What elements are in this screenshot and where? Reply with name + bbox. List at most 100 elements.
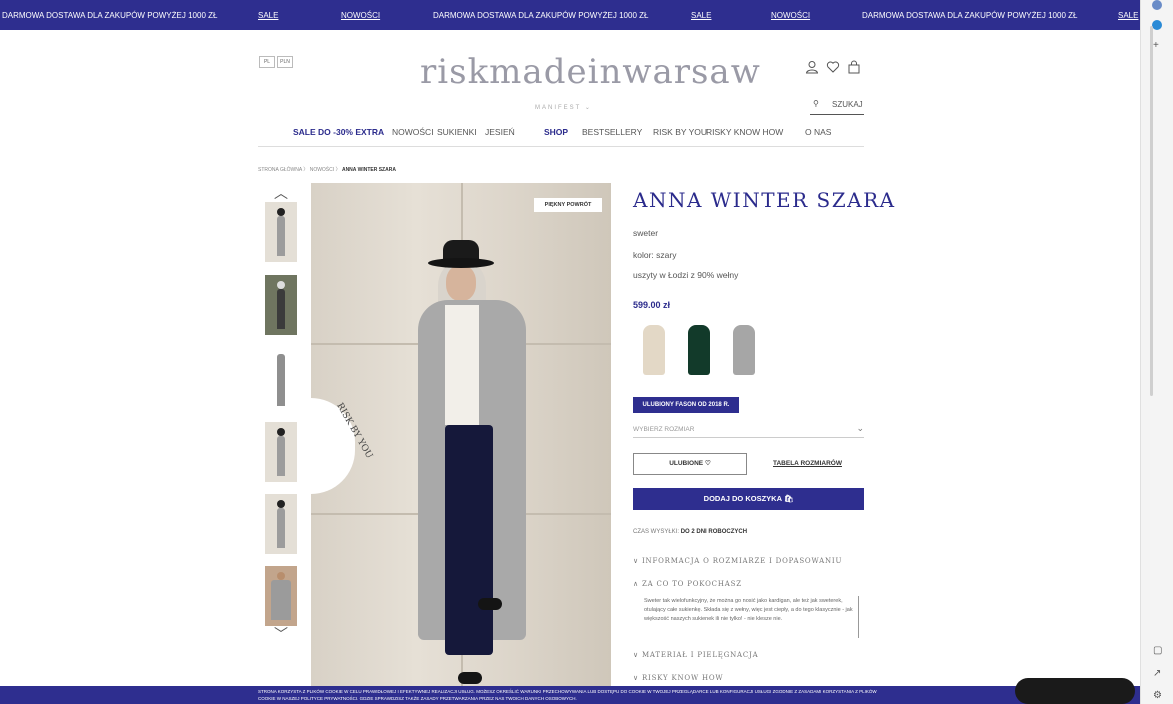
shipping-label: CZAS WYSYŁKI: <box>633 529 680 535</box>
add-icon[interactable]: + <box>1153 40 1159 51</box>
add-to-cart-button[interactable]: DODAJ DO KOSZYKA 🛍 <box>633 488 864 510</box>
size-select[interactable]: WYBIERZ ROZMIAR ⌄ <box>633 422 864 438</box>
nav-item-new[interactable]: NOWOŚCI <box>392 127 434 137</box>
heart-icon[interactable] <box>826 60 840 77</box>
model-shoe <box>458 672 482 684</box>
product-type: sweter <box>633 228 659 238</box>
breadcrumb-separator: 〉 <box>335 167 341 173</box>
search-icon: ⚲ <box>813 99 819 108</box>
breadcrumb-home[interactable]: STRONA GŁÓWNA <box>258 167 302 173</box>
search-label: SZUKAJ <box>832 100 863 109</box>
nav-item-shop[interactable]: SHOP <box>544 127 568 137</box>
copilot-icon[interactable] <box>1152 0 1162 10</box>
model-pants <box>445 425 493 655</box>
nav-item-autumn[interactable]: JESIEŃ <box>485 127 515 137</box>
chevron-down-icon: ⌄ <box>581 105 592 111</box>
color-swatch-green[interactable] <box>688 325 710 375</box>
thumbnail-6[interactable] <box>265 566 297 626</box>
accordion-why-love-text: Sweter tak wielofunkcyjny, że można go n… <box>644 598 853 622</box>
promo-link-sale[interactable]: SALE <box>691 11 711 20</box>
currency-button[interactable]: PLN <box>277 56 293 68</box>
promo-text: DARMOWA DOSTAWA DLA ZAKUPÓW POWYŻEJ 1000… <box>433 11 649 20</box>
model-face <box>446 265 476 301</box>
bag-icon: 🛍 <box>783 494 794 503</box>
chat-widget-button[interactable] <box>1015 678 1135 704</box>
thumb-figure-body <box>277 216 285 256</box>
add-to-favorites-button[interactable]: ULUBIONE ♡ <box>633 453 747 475</box>
thumbnail-1[interactable] <box>265 202 297 262</box>
add-to-cart-label: DODAJ DO KOSZYKA <box>703 494 782 503</box>
chevron-down-icon: ∨ <box>633 651 642 659</box>
thumb-up-arrow-icon[interactable]: ︿ <box>274 183 288 203</box>
promo-text: DARMOWA DOSTAWA DLA ZAKUPÓW POWYŻEJ 1000… <box>862 11 1078 20</box>
size-table-link[interactable]: TABELA ROZMIARÓW <box>773 460 842 467</box>
accordion-label: RISKY KNOW HOW <box>641 674 724 682</box>
manifest-link[interactable]: MANIFEST ⌄ <box>535 104 592 111</box>
manifest-label: MANIFEST <box>535 105 582 111</box>
breadcrumb-current: ANNA WINTER SZARA <box>341 167 396 173</box>
settings-icon[interactable]: ⚙ <box>1153 690 1162 701</box>
promo-link-sale[interactable]: SALE <box>258 11 278 20</box>
nav-item-risky-know-how[interactable]: RISKY KNOW HOW <box>706 127 783 137</box>
thumb-figure-head <box>277 281 285 289</box>
accordion-label: INFORMACJA O ROZMIARZE I DOPASOWANIU <box>641 557 843 565</box>
nav-item-sale[interactable]: SALE DO -30% EXTRA <box>293 127 384 137</box>
thumb-figure-head <box>277 428 285 436</box>
breadcrumb-section[interactable]: NOWOŚCI <box>310 167 334 173</box>
accordion-risky-know-how[interactable]: ∨ RISKY KNOW HOW <box>633 674 723 682</box>
nav-item-about[interactable]: O NAS <box>805 127 831 137</box>
thumbnail-3[interactable] <box>265 350 297 410</box>
shipping-value: DO 2 DNI ROBOCZYCH <box>680 529 748 535</box>
thumb-figure-body <box>277 436 285 476</box>
main-nav: SALE DO -30% EXTRA NOWOŚCI SUKIENKI JESI… <box>258 125 864 147</box>
favorite-style-label: ULUBIONY FASON OD 2018 R. <box>633 397 739 413</box>
breadcrumb: STRONA GŁÓWNA 〉 NOWOŚCI 〉 ANNA WINTER SZ… <box>258 166 396 173</box>
chevron-up-icon: ∧ <box>633 580 642 588</box>
thumb-figure-body <box>277 508 285 548</box>
browser-side-rail: + ▢ ↗ ⚙ <box>1140 0 1173 704</box>
product-title: ANNA WINTER SZARA <box>633 188 896 212</box>
sidebar-toggle-icon[interactable]: ▢ <box>1153 645 1162 656</box>
accordion-size-info[interactable]: ∨ INFORMACJA O ROZMIARZE I DOPASOWANIU <box>633 557 842 565</box>
thumbnail-5[interactable] <box>265 494 297 554</box>
promo-text: DARMOWA DOSTAWA DLA ZAKUPÓW POWYŻEJ 1000… <box>2 11 218 20</box>
scrollbar[interactable] <box>1150 26 1153 396</box>
promo-link-new[interactable]: NOWOŚCI <box>771 11 810 20</box>
product-price: 599.00 zł <box>633 300 671 310</box>
lang-pl-button[interactable]: PL <box>259 56 275 68</box>
accordion-scrollbar[interactable] <box>858 596 859 638</box>
hat-brim <box>428 258 494 268</box>
color-swatch-grey[interactable] <box>733 325 755 375</box>
accordion-material-care[interactable]: ∨ MATERIAŁ I PIELĘGNACJA <box>633 651 759 659</box>
color-swatch-beige[interactable] <box>643 325 665 375</box>
thumb-figure-head <box>277 572 285 580</box>
search-field[interactable]: ⚲ SZUKAJ <box>810 97 864 115</box>
bag-icon[interactable] <box>847 60 861 77</box>
promo-bar: DARMOWA DOSTAWA DLA ZAKUPÓW POWYŻEJ 1000… <box>0 0 1140 30</box>
nav-item-dresses[interactable]: SUKIENKI <box>437 127 477 137</box>
thumb-figure-body <box>271 580 291 620</box>
site-logo[interactable]: riskmadeinwarsaw <box>420 52 761 92</box>
promo-link-new[interactable]: NOWOŚCI <box>341 11 380 20</box>
accordion-why-love[interactable]: ∧ ZA CO TO POKOCHASZ <box>633 580 742 588</box>
cookie-text: STRONA KORZYSTA Z PLIKÓW COOKIE W CELU P… <box>258 689 877 701</box>
product-color: kolor: szary <box>633 250 677 260</box>
chevron-down-icon: ⌄ <box>856 423 864 433</box>
cookie-bar: STRONA KORZYSTA Z PLIKÓW COOKIE W CELU P… <box>0 686 1140 704</box>
user-icon[interactable] <box>805 60 819 77</box>
edge-icon[interactable] <box>1152 20 1162 30</box>
external-link-icon[interactable]: ↗ <box>1153 668 1161 679</box>
nav-item-risk-by-you[interactable]: RISK BY YOU <box>653 127 707 137</box>
thumb-figure-body <box>277 354 285 406</box>
thumbnail-4[interactable] <box>265 422 297 482</box>
thumbnail-2[interactable] <box>265 275 297 335</box>
thumb-down-arrow-icon[interactable]: ﹀ <box>274 624 288 644</box>
promo-link-sale[interactable]: SALE <box>1118 11 1138 20</box>
chevron-down-icon: ∨ <box>633 674 642 682</box>
shipping-time: CZAS WYSYŁKI: DO 2 DNI ROBOCZYCH <box>633 529 747 535</box>
nav-item-bestsellers[interactable]: BESTSELLERY <box>582 127 642 137</box>
accordion-label: ZA CO TO POKOCHASZ <box>641 580 742 588</box>
thumb-figure-head <box>277 208 285 216</box>
product-badge: PIĘKNY POWRÓT <box>534 198 602 212</box>
product-origin: uszyty w Łodzi z 90% wełny <box>633 270 739 280</box>
